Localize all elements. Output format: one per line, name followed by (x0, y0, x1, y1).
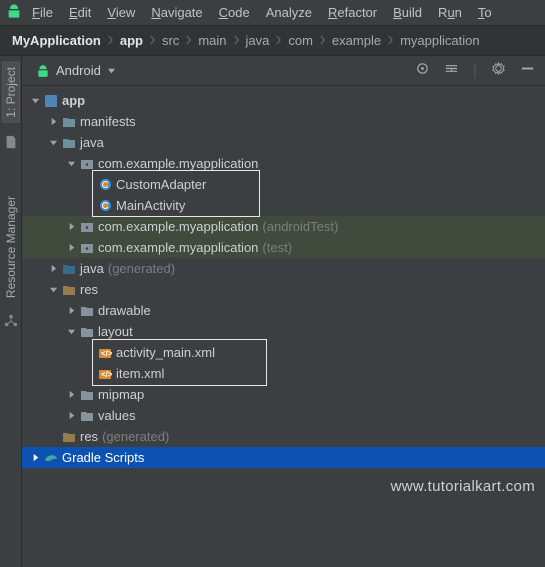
folder-icon (78, 389, 96, 401)
expand-down-icon (64, 159, 78, 168)
select-opened-file-icon[interactable] (415, 61, 430, 81)
crumb-main[interactable]: main (194, 32, 230, 49)
expand-right-icon (46, 117, 60, 126)
chevron-right-icon (185, 33, 192, 48)
package-icon (78, 221, 96, 233)
watermark: www.tutorialkart.com (391, 478, 535, 495)
expand-right-icon (64, 306, 78, 315)
tree-node-gradle-scripts[interactable]: Gradle Scripts (22, 447, 545, 468)
nav-breadcrumb: MyApplication app src main java com exam… (0, 26, 545, 56)
project-panel-toolbar: Android | (22, 56, 545, 86)
expand-right-icon (64, 390, 78, 399)
menu-edit[interactable]: Edit (63, 3, 97, 22)
xml-icon: </> (96, 346, 114, 360)
crumb-app[interactable]: app (116, 32, 147, 49)
tool-window-stripe-left: 1: Project Resource Manager (0, 56, 22, 567)
chevron-right-icon (319, 33, 326, 48)
expand-down-icon (46, 285, 60, 294)
menu-navigate[interactable]: Navigate (145, 3, 208, 22)
crumb-java[interactable]: java (242, 32, 274, 49)
tree-node-pkg-test[interactable]: com.example.myapplication(test) (22, 237, 545, 258)
android-studio-logo-icon (6, 3, 22, 22)
menu-bar: FFileile Edit View Navigate Code Analyze… (0, 0, 545, 26)
menu-run[interactable]: Run (432, 3, 468, 22)
view-selector[interactable]: Android (28, 61, 124, 80)
tree-node-layout[interactable]: layout (22, 321, 545, 342)
tree-node-customadapter[interactable]: CustomAdapter (22, 174, 545, 195)
expand-right-icon (64, 411, 78, 420)
hide-panel-icon[interactable] (520, 61, 535, 81)
gradle-icon (42, 452, 60, 464)
chevron-right-icon (107, 33, 114, 48)
tree-node-pkg-main[interactable]: com.example.myapplication (22, 153, 545, 174)
tree-node-manifests[interactable]: manifests (22, 111, 545, 132)
expand-right-icon (46, 264, 60, 273)
tree-node-activity-main-xml[interactable]: </>activity_main.xml (22, 342, 545, 363)
folder-icon (78, 410, 96, 422)
folder-icon (60, 137, 78, 149)
crumb-src[interactable]: src (158, 32, 183, 49)
collapse-all-icon[interactable] (444, 61, 459, 81)
menu-refactor[interactable]: Refactor (322, 3, 383, 22)
svg-text:</>: </> (101, 370, 112, 379)
settings-icon[interactable] (491, 61, 506, 81)
chevron-right-icon (387, 33, 394, 48)
menu-build[interactable]: Build (387, 3, 428, 22)
folder-icon (60, 116, 78, 128)
project-tree[interactable]: app manifests java com.example.myapplica… (22, 86, 545, 567)
android-icon (36, 64, 50, 78)
tool-tab-project[interactable]: 1: Project (2, 62, 20, 123)
tree-node-values[interactable]: values (22, 405, 545, 426)
class-icon (96, 199, 114, 212)
tree-node-java-generated[interactable]: java(generated) (22, 258, 545, 279)
crumb-project[interactable]: MyApplication (8, 32, 105, 49)
module-icon (42, 94, 60, 108)
crumb-com[interactable]: com (284, 32, 317, 49)
tree-node-pkg-androidtest[interactable]: com.example.myapplication(androidTest) (22, 216, 545, 237)
package-icon (78, 242, 96, 254)
chevron-right-icon (149, 33, 156, 48)
tree-node-app[interactable]: app (22, 90, 545, 111)
expand-right-icon (64, 222, 78, 231)
class-icon (96, 178, 114, 191)
folder-icon (78, 305, 96, 317)
tree-node-item-xml[interactable]: </>item.xml (22, 363, 545, 384)
expand-right-icon (64, 243, 78, 252)
tree-node-mipmap[interactable]: mipmap (22, 384, 545, 405)
menu-tools[interactable]: To (472, 3, 498, 22)
package-icon (78, 158, 96, 170)
expand-down-icon (46, 138, 60, 147)
menu-file[interactable]: FFileile (26, 3, 59, 22)
menu-code[interactable]: Code (213, 3, 256, 22)
chevron-right-icon (275, 33, 282, 48)
menu-view[interactable]: View (101, 3, 141, 22)
folder-icon (78, 326, 96, 338)
file-icon[interactable] (4, 135, 18, 154)
expand-down-icon (28, 96, 42, 105)
folder-icon (60, 263, 78, 275)
expand-right-icon (28, 453, 42, 462)
project-panel: Android | app manifests java com.example… (22, 56, 545, 567)
folder-icon (60, 431, 78, 443)
view-selector-label: Android (56, 63, 101, 78)
tool-tab-resource-manager[interactable]: Resource Manager (3, 192, 19, 302)
xml-icon: </> (96, 367, 114, 381)
folder-icon (60, 284, 78, 296)
svg-text:</>: </> (101, 349, 112, 358)
structure-icon[interactable] (4, 314, 18, 333)
crumb-myapplication[interactable]: myapplication (396, 32, 484, 49)
tree-node-res[interactable]: res (22, 279, 545, 300)
menu-analyze[interactable]: Analyze (260, 3, 318, 22)
tree-node-res-generated[interactable]: res(generated) (22, 426, 545, 447)
tree-node-mainactivity[interactable]: MainActivity (22, 195, 545, 216)
chevron-right-icon (233, 33, 240, 48)
triangle-down-icon (107, 66, 116, 75)
crumb-example[interactable]: example (328, 32, 385, 49)
expand-down-icon (64, 327, 78, 336)
tree-node-java[interactable]: java (22, 132, 545, 153)
tree-node-drawable[interactable]: drawable (22, 300, 545, 321)
